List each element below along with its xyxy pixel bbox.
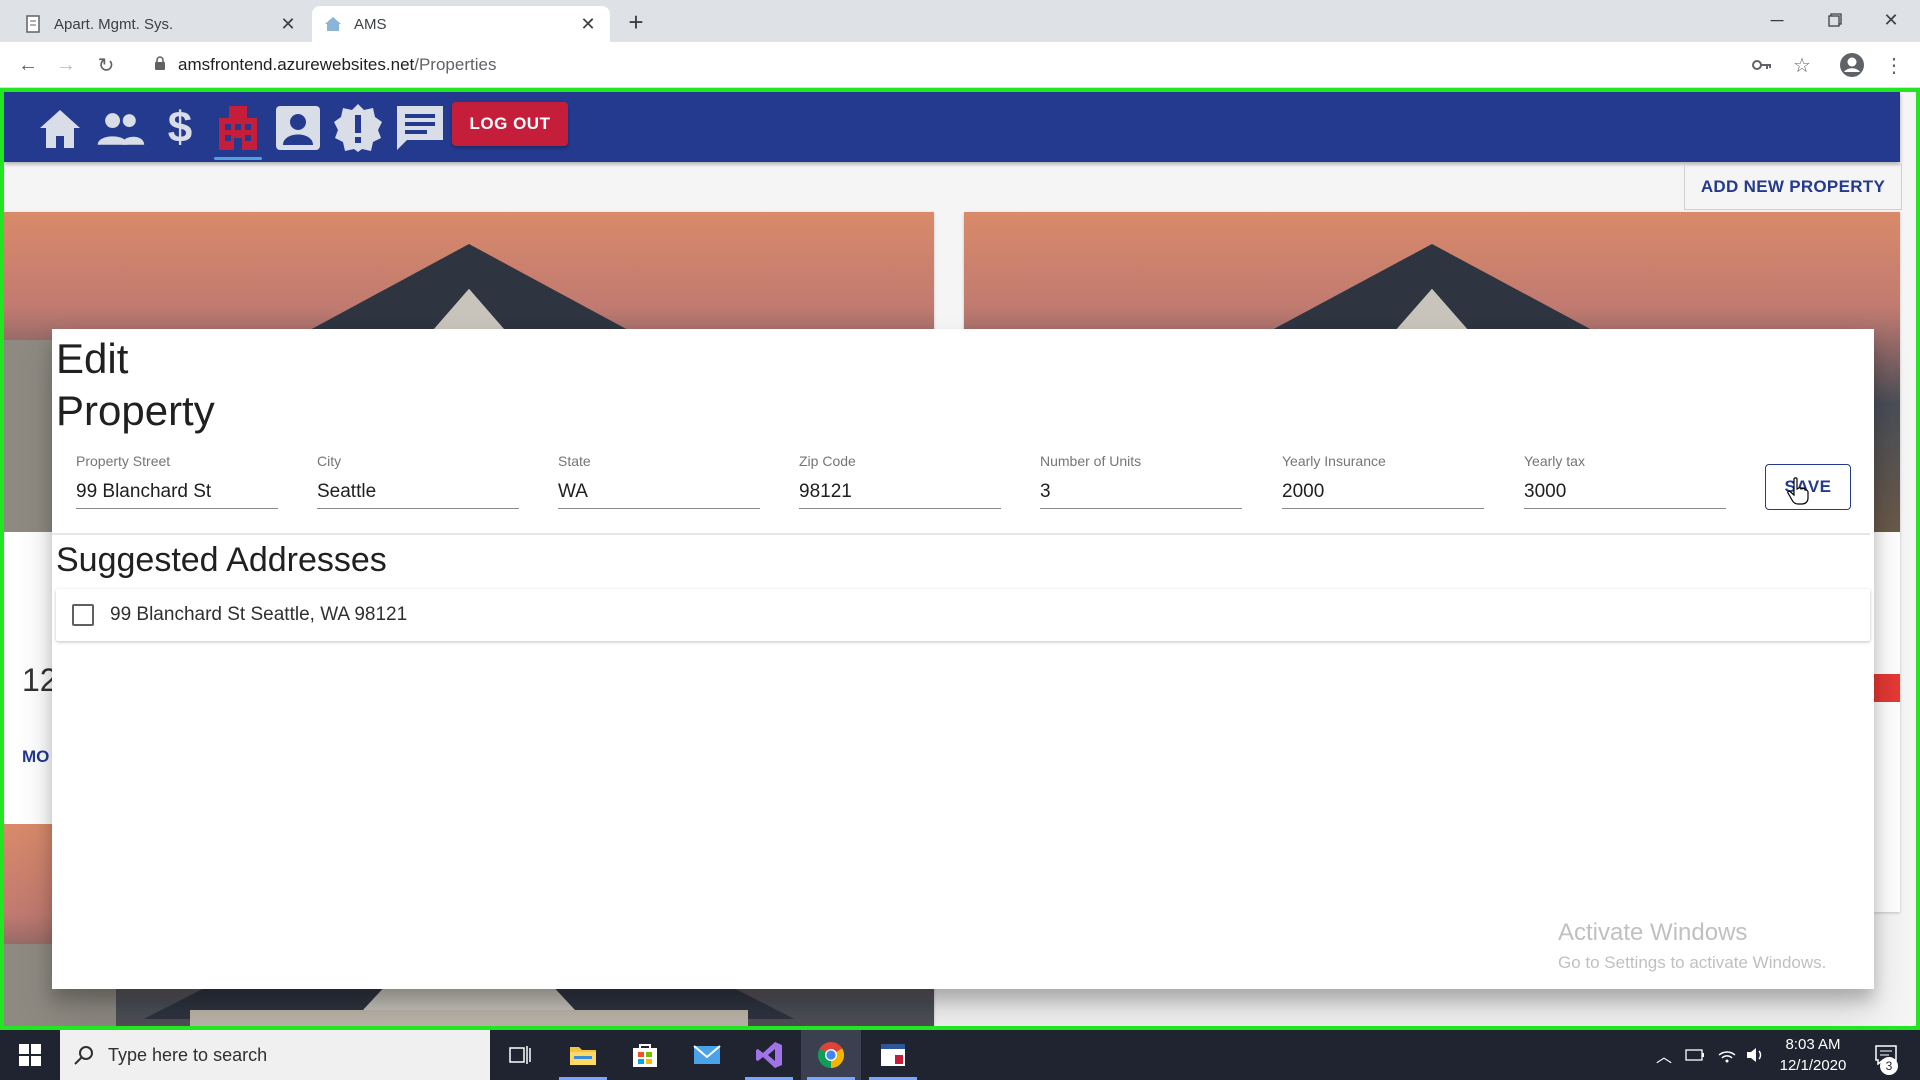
clock-time: 8:03 AM	[1785, 1036, 1841, 1053]
tray-chevron-up-icon[interactable]: ︿	[1650, 1030, 1678, 1080]
units-field: Number of Units	[1040, 453, 1242, 509]
tax-input[interactable]	[1524, 475, 1726, 509]
mail-icon[interactable]	[677, 1030, 737, 1080]
file-explorer-icon[interactable]	[553, 1030, 613, 1080]
account-icon[interactable]	[1838, 51, 1866, 79]
tab-title: AMS	[354, 15, 387, 33]
windows-start-icon[interactable]	[0, 1030, 60, 1080]
list-item[interactable]: 99 Blanchard St Seattle, WA 98121	[56, 589, 1870, 641]
add-new-property-button[interactable]: ADD NEW PROPERTY	[1684, 164, 1902, 210]
insurance-label: Yearly Insurance	[1282, 453, 1386, 469]
state-field: State	[558, 453, 760, 509]
close-tab-icon[interactable]: ✕	[578, 14, 598, 34]
activate-windows-watermark: Activate Windows Go to Settings to activ…	[1558, 919, 1826, 973]
home-icon[interactable]	[34, 102, 86, 154]
city-input[interactable]	[317, 475, 519, 509]
app-window-icon[interactable]	[863, 1030, 923, 1080]
key-icon[interactable]	[1748, 51, 1776, 79]
street-field: Property Street	[76, 453, 278, 509]
suggested-address-text: 99 Blanchard St Seattle, WA 98121	[110, 604, 408, 625]
browser-toolbar: ← → ↻ amsfrontend.azurewebsites.net/Prop…	[0, 42, 1920, 88]
close-window-icon[interactable]: ✕	[1862, 0, 1920, 40]
tax-field: Yearly tax	[1524, 453, 1726, 509]
address-bar[interactable]: amsfrontend.azurewebsites.net/Properties	[140, 48, 1780, 82]
browser-tab-strip: Apart. Mgmt. Sys. ✕ AMS ✕ + ─ ✕	[0, 0, 1920, 42]
street-input[interactable]	[76, 475, 278, 509]
star-icon[interactable]: ☆	[1788, 51, 1816, 79]
document-icon	[24, 15, 42, 33]
back-arrow-icon[interactable]: ←	[14, 51, 42, 79]
search-placeholder: Type here to search	[108, 1044, 268, 1065]
delete-button-partial[interactable]	[1874, 674, 1900, 702]
alerts-icon[interactable]	[332, 102, 384, 154]
profile-icon[interactable]	[272, 102, 324, 154]
menu-kebab-icon[interactable]: ⋮	[1880, 51, 1908, 79]
city-field: City	[317, 453, 519, 509]
lock-icon	[154, 55, 166, 75]
battery-icon[interactable]	[1680, 1030, 1710, 1080]
dialog-title: Edit Property	[56, 335, 215, 434]
taskbar-search-input[interactable]: Type here to search	[60, 1030, 490, 1080]
clock-date: 12/1/2020	[1779, 1057, 1847, 1074]
properties-icon[interactable]	[212, 102, 264, 160]
state-label: State	[558, 453, 591, 469]
house-icon	[324, 15, 342, 33]
insurance-input[interactable]	[1282, 475, 1484, 509]
close-tab-icon[interactable]: ✕	[278, 14, 298, 34]
logout-button[interactable]: LOG OUT	[452, 102, 568, 146]
messages-icon[interactable]	[394, 102, 446, 154]
suggested-addresses-heading: Suggested Addresses	[56, 541, 387, 579]
app-navbar: $ LOG OUT	[4, 92, 1900, 162]
units-input[interactable]	[1040, 475, 1242, 509]
wifi-icon[interactable]	[1712, 1030, 1742, 1080]
zip-label: Zip Code	[799, 453, 856, 469]
insurance-field: Yearly Insurance	[1282, 453, 1484, 509]
page-viewport: $ LOG OUT ADD NEW PROPERTY 12 MO Edit Pr…	[0, 88, 1920, 1030]
volume-icon[interactable]	[1742, 1030, 1770, 1080]
tab-title: Apart. Mgmt. Sys.	[54, 15, 174, 33]
state-input[interactable]	[558, 475, 760, 509]
watermark-line2: Go to Settings to activate Windows.	[1558, 953, 1827, 972]
new-tab-button[interactable]: +	[622, 7, 650, 37]
property-card-more-link[interactable]: MO	[22, 747, 49, 767]
restore-icon[interactable]	[1806, 0, 1864, 40]
url-host: amsfrontend.azurewebsites.net	[178, 55, 415, 74]
notification-count-badge: 3	[1880, 1057, 1898, 1075]
units-label: Number of Units	[1040, 453, 1142, 469]
zip-input[interactable]	[799, 475, 1001, 509]
zip-field: Zip Code	[799, 453, 1001, 509]
tab-ams[interactable]: AMS ✕	[312, 6, 610, 42]
hand-cursor-icon	[1787, 477, 1809, 505]
store-icon[interactable]	[615, 1030, 675, 1080]
payments-icon[interactable]: $	[154, 102, 206, 154]
minimize-icon[interactable]: ─	[1748, 0, 1806, 40]
url-path: /Properties	[414, 55, 497, 74]
city-label: City	[317, 453, 342, 469]
address-checkbox[interactable]	[72, 604, 94, 626]
task-view-icon[interactable]	[490, 1030, 550, 1080]
chrome-icon[interactable]	[801, 1030, 861, 1080]
section-divider	[52, 533, 1870, 535]
search-icon	[74, 1045, 94, 1065]
edit-property-dialog: Edit Property Property Street City State…	[52, 329, 1874, 989]
suggested-address-list: 99 Blanchard St Seattle, WA 98121	[56, 589, 1870, 641]
visual-studio-icon[interactable]	[739, 1030, 799, 1080]
reload-icon[interactable]: ↻	[92, 51, 120, 79]
taskbar-clock[interactable]: 8:03 AM 12/1/2020	[1770, 1034, 1856, 1076]
windows-taskbar: Type here to search ︿ 8:03 AM 12/1/2020 …	[0, 1030, 1920, 1080]
tab-apart-mgmt[interactable]: Apart. Mgmt. Sys. ✕	[12, 6, 310, 42]
tax-label: Yearly tax	[1524, 453, 1585, 469]
watermark-line1: Activate Windows	[1558, 919, 1748, 946]
forward-arrow-icon[interactable]: →	[52, 51, 80, 79]
street-label: Property Street	[76, 453, 171, 469]
tenants-icon[interactable]	[94, 102, 146, 154]
